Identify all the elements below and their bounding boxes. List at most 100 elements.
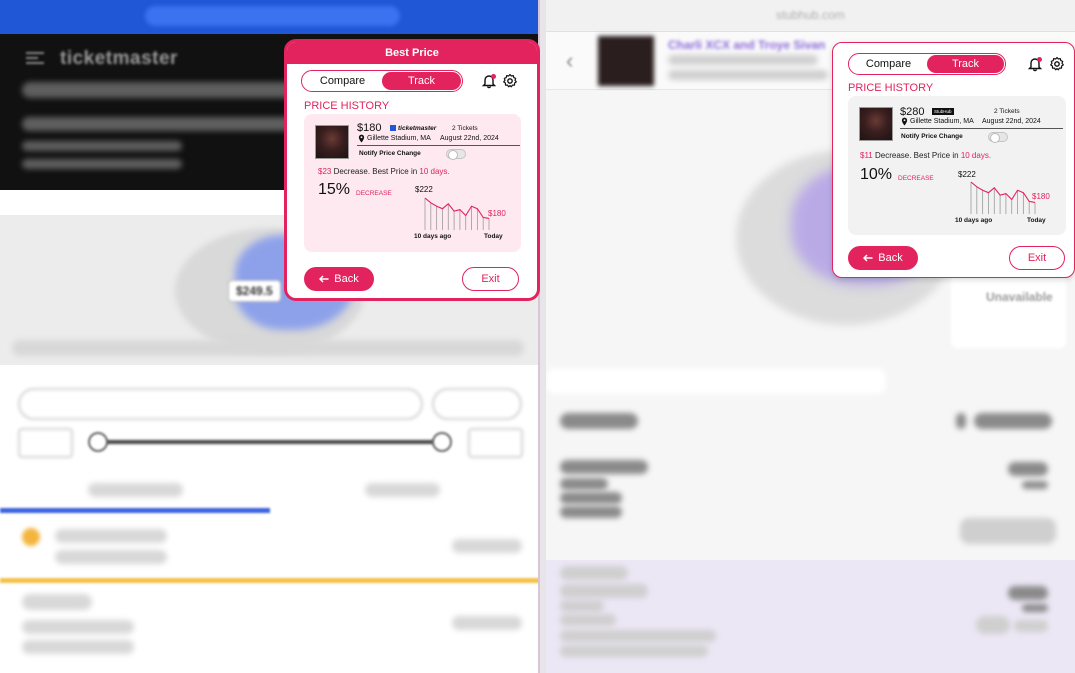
price-change-message: $11 Decrease. Best Price in 10 days. (860, 151, 992, 160)
tab-compare[interactable]: Compare (303, 72, 382, 90)
blurred-badge (22, 594, 92, 610)
spark-end-label: $180 (1032, 192, 1050, 201)
tickets-count: 2 Tickets (452, 125, 478, 132)
event-date: August 22nd, 2024 (440, 135, 499, 142)
blurred-text (22, 82, 292, 98)
blurred-text (560, 614, 616, 626)
blurred-text (560, 584, 648, 598)
screen: ticketmaster $249.5 stubhub.com ‹ Charli… (0, 0, 1075, 673)
notify-label: Notify Price Change (359, 150, 421, 157)
back-chevron-icon[interactable]: ‹ (566, 48, 573, 74)
tickets-count: 2 Tickets (994, 108, 1020, 115)
price-slider-min-handle[interactable] (88, 432, 108, 452)
legend-unavailable: Unavailable (986, 290, 1053, 304)
map-legend (951, 270, 1066, 348)
spark-start-label: $222 (415, 185, 433, 194)
price-slider-max-handle[interactable] (432, 432, 452, 452)
address-bar[interactable] (145, 6, 400, 26)
price-history-card: $180 ticketmaster 2 Tickets Gillette Sta… (304, 114, 521, 252)
spark-x-start: 10 days ago (414, 233, 452, 240)
stubhub-source-badge: StubHub (932, 108, 954, 115)
bell-icon[interactable] (481, 73, 497, 89)
tab-compare[interactable]: Compare (850, 55, 927, 73)
section-price-history: PRICE HISTORY (304, 100, 390, 112)
blurred-text (22, 117, 292, 131)
browser-toolbar (0, 0, 538, 34)
blurred-text (1022, 481, 1048, 489)
spark-x-end: Today (484, 233, 503, 240)
price-change-message: $23 Decrease. Best Price in 10 days. (318, 167, 450, 176)
blurred-text (560, 478, 608, 490)
notify-toggle[interactable] (988, 132, 1008, 143)
decrease-label: DECREASE (356, 190, 392, 197)
popup-title: Best Price (287, 42, 537, 64)
exit-button[interactable]: Exit (462, 267, 519, 291)
venue-label: Gillette Stadium, MA (367, 135, 431, 142)
max-price-input[interactable] (468, 428, 523, 458)
price-sparkline (424, 197, 490, 230)
blurred-text (22, 620, 134, 634)
event-title[interactable]: Charli XCX and Troye Sivan (668, 38, 825, 52)
address-bar[interactable]: stubhub.com (776, 8, 845, 22)
menu-icon[interactable] (26, 52, 44, 64)
notify-label: Notify Price Change (901, 133, 963, 140)
spark-line (424, 197, 490, 219)
tab-blurred[interactable] (365, 483, 440, 497)
price-tracker-popup: Compare Track PRICE HISTORY $280 StubHub… (832, 42, 1075, 278)
gear-icon[interactable] (1049, 56, 1065, 72)
highlight-divider (0, 578, 538, 583)
filter-button[interactable] (432, 388, 522, 420)
spark-line (970, 181, 1036, 203)
back-button[interactable]: Back (848, 246, 918, 270)
blurred-text (1014, 620, 1048, 632)
decrease-label: DECREASE (898, 175, 934, 182)
mode-toggle: Compare Track (301, 70, 463, 92)
tab-track[interactable]: Track (382, 72, 461, 90)
divider (357, 145, 520, 146)
blurred-button[interactable] (960, 518, 1056, 544)
notify-toggle[interactable] (446, 149, 466, 160)
spark-start-label: $222 (958, 170, 976, 179)
blurred-dot (956, 413, 966, 429)
gear-icon[interactable] (502, 73, 518, 89)
blurred-price (1008, 586, 1048, 600)
divider (900, 128, 1063, 129)
blurred-text (55, 550, 167, 564)
map-price-tag[interactable]: $249.5 (228, 280, 281, 302)
spark-x-start: 10 days ago (955, 217, 993, 224)
price-slider-track[interactable] (98, 440, 443, 444)
back-button[interactable]: Back (304, 267, 374, 291)
event-date: August 22nd, 2024 (982, 118, 1041, 125)
blurred-price (452, 616, 522, 630)
blurred-price (1008, 462, 1048, 476)
ticket-price: $180 (357, 122, 382, 134)
tab-track[interactable]: Track (927, 55, 1004, 73)
mode-toggle: Compare Track (848, 53, 1006, 75)
filter-bar[interactable] (546, 368, 886, 394)
filter-dropdown[interactable] (18, 388, 423, 420)
artist-thumbnail (859, 107, 893, 141)
bell-icon[interactable] (1027, 56, 1043, 72)
blurred-text (560, 645, 708, 657)
blurred-text (1022, 604, 1048, 612)
blurred-badge (976, 616, 1010, 634)
ticketmaster-logo: ticketmaster (60, 48, 178, 69)
blurred-text (55, 529, 167, 543)
blurred-text (560, 506, 622, 518)
price-history-card: $280 StubHub 2 Tickets Gillette Stadium,… (848, 96, 1066, 235)
tab-blurred[interactable] (88, 483, 183, 497)
best-price-popup: Best Price Compare Track PRICE HISTORY $… (284, 39, 540, 301)
blurred-price (452, 539, 522, 553)
event-thumbnail (598, 36, 654, 86)
browser-toolbar: stubhub.com (546, 0, 1075, 32)
blurred-text (22, 141, 182, 151)
venue-label: Gillette Stadium, MA (910, 118, 974, 125)
blurred-text (560, 630, 716, 642)
percent-change: 15% (318, 181, 351, 198)
min-price-input[interactable] (18, 428, 73, 458)
exit-button[interactable]: Exit (1009, 246, 1065, 270)
blurred-text (560, 413, 638, 429)
blurred-text (974, 413, 1052, 429)
ticketmaster-source-badge: ticketmaster (390, 125, 436, 132)
artist-thumbnail (315, 125, 349, 159)
